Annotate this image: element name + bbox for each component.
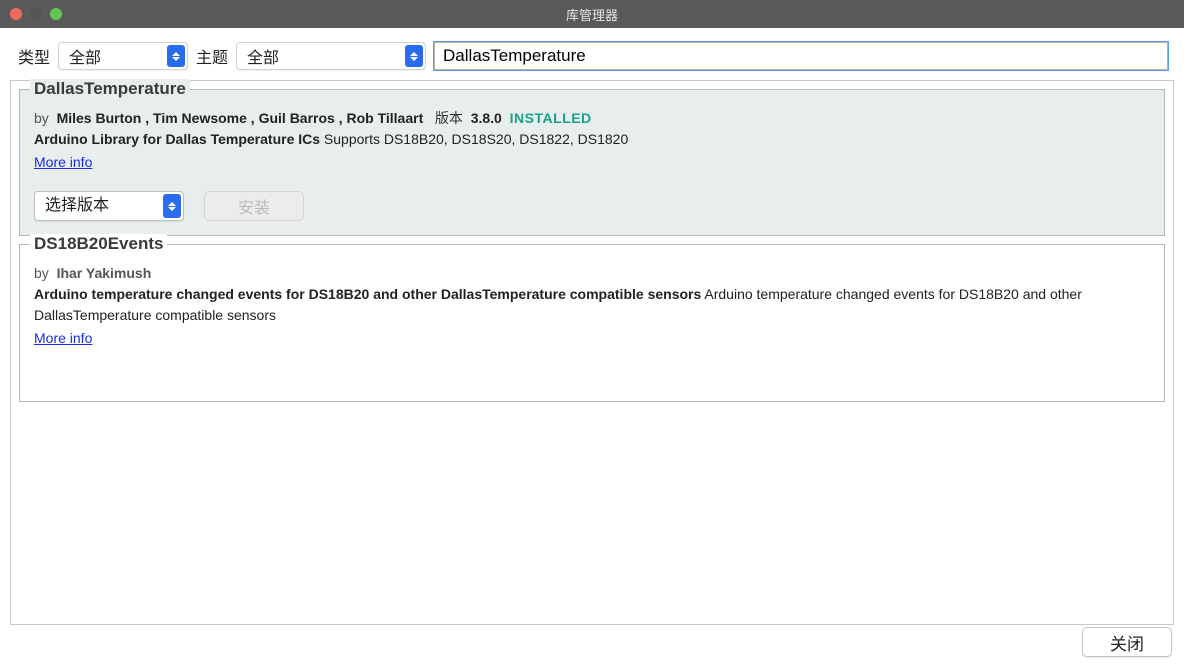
close-window-icon[interactable]	[10, 8, 22, 20]
library-authors: Miles Burton , Tim Newsome , Guil Barros…	[57, 110, 424, 126]
type-select[interactable]: 全部	[58, 42, 188, 70]
chevron-updown-icon	[167, 45, 185, 67]
library-body: by Miles Burton , Tim Newsome , Guil Bar…	[34, 108, 1150, 221]
library-name: DallasTemperature	[30, 79, 190, 99]
window-title: 库管理器	[566, 5, 618, 24]
maximize-window-icon[interactable]	[50, 8, 62, 20]
library-desc-title: Arduino temperature changed events for D…	[34, 286, 701, 302]
topic-label: 主题	[196, 44, 228, 68]
traffic-lights	[10, 8, 62, 20]
by-prefix: by	[34, 110, 49, 126]
library-card-dallastemperature[interactable]: DallasTemperature by Miles Burton , Tim …	[19, 89, 1165, 236]
type-select-value: 全部	[69, 44, 101, 68]
installed-badge: INSTALLED	[510, 110, 592, 126]
library-version: 3.8.0	[471, 110, 502, 126]
library-desc-rest: Supports DS18B20, DS18S20, DS1822, DS182…	[320, 131, 628, 147]
topic-select-value: 全部	[247, 44, 279, 68]
chevron-updown-icon	[163, 194, 181, 218]
titlebar: 库管理器	[0, 0, 1184, 28]
version-select-value: 选择版本	[45, 194, 109, 218]
footer: 关闭	[1082, 627, 1172, 657]
library-body: by Ihar Yakimush Arduino temperature cha…	[34, 263, 1150, 349]
library-desc-title: Arduino Library for Dallas Temperature I…	[34, 131, 320, 147]
more-info-link[interactable]: More info	[34, 328, 92, 349]
more-info-link[interactable]: More info	[34, 152, 92, 173]
version-select[interactable]: 选择版本	[34, 191, 184, 221]
version-label: 版本	[435, 110, 463, 126]
library-card-ds18b20events[interactable]: DS18B20Events by Ihar Yakimush Arduino t…	[19, 244, 1165, 402]
by-prefix: by	[34, 265, 49, 281]
close-button[interactable]: 关闭	[1082, 627, 1172, 657]
results-list: DallasTemperature by Miles Burton , Tim …	[10, 80, 1174, 625]
search-input[interactable]	[434, 42, 1168, 70]
filter-row: 类型 全部 主题 全部	[0, 28, 1184, 80]
library-actions: 选择版本 安装	[34, 191, 1150, 221]
install-button: 安装	[204, 191, 304, 221]
type-label: 类型	[18, 44, 50, 68]
library-authors: Ihar Yakimush	[57, 265, 152, 281]
library-name: DS18B20Events	[30, 234, 167, 254]
chevron-updown-icon	[405, 45, 423, 67]
topic-select[interactable]: 全部	[236, 42, 426, 70]
minimize-window-icon	[30, 8, 42, 20]
